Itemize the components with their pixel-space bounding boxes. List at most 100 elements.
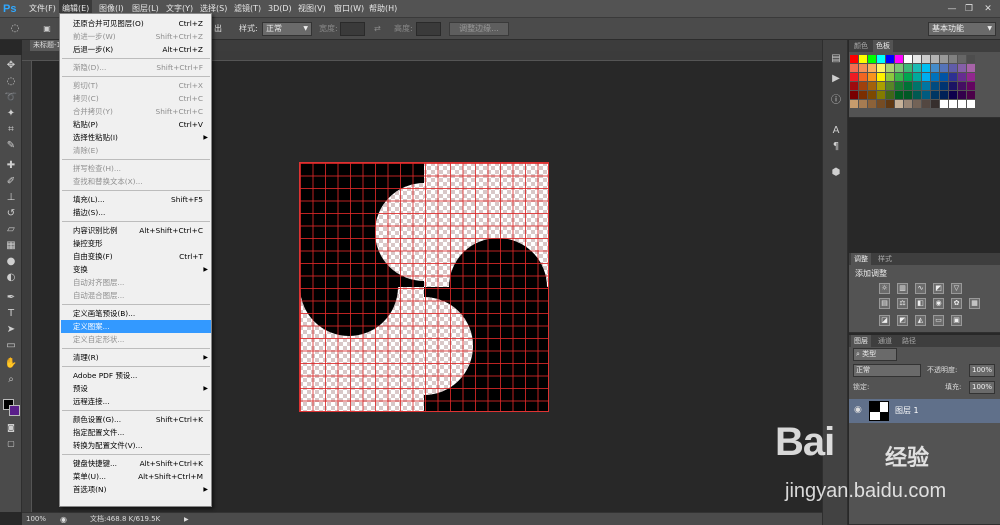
edit-menu-item[interactable]: 剪切(T) Ctrl+X xyxy=(61,79,211,92)
color-swatch[interactable] xyxy=(850,82,858,90)
color-swatch[interactable] xyxy=(886,82,894,90)
edit-menu-item[interactable]: 自由变换(F) Ctrl+T xyxy=(61,250,211,263)
eye-icon[interactable]: ◉ xyxy=(854,405,862,415)
color-swatch[interactable] xyxy=(868,55,876,63)
actions-panel-icon[interactable]: ▶ xyxy=(829,72,843,86)
color-swatch[interactable] xyxy=(877,64,885,72)
color-swatch[interactable] xyxy=(850,91,858,99)
color-swatch[interactable] xyxy=(859,82,867,90)
edit-menu-item[interactable]: 自动混合图层... xyxy=(61,289,211,302)
edit-menu-item[interactable]: 内容识别比例 Alt+Shift+Ctrl+C xyxy=(61,224,211,237)
color-swatch[interactable] xyxy=(886,64,894,72)
opacity-input[interactable]: 100% xyxy=(969,364,995,377)
color-swatch[interactable] xyxy=(913,55,921,63)
edit-menu-item[interactable]: 拼写检查(H)... xyxy=(61,162,211,175)
color-swatch[interactable] xyxy=(949,73,957,81)
marquee-tool-icon[interactable]: ◌ xyxy=(4,75,18,89)
edit-menu-item[interactable]: 指定配置文件... xyxy=(61,426,211,439)
color-swatch[interactable] xyxy=(904,91,912,99)
dodge-tool-icon[interactable]: ◐ xyxy=(4,271,18,285)
color-swatch[interactable] xyxy=(967,55,975,63)
tab-swatches[interactable]: 色板 xyxy=(873,40,893,52)
color-swatch[interactable] xyxy=(922,91,930,99)
exposure-icon[interactable]: ◩ xyxy=(933,283,944,294)
black-white-icon[interactable]: ◧ xyxy=(915,298,926,309)
edit-menu-item[interactable]: 粘贴(P) Ctrl+V xyxy=(61,118,211,131)
edit-menu-item[interactable]: 查找和替换文本(X)... xyxy=(61,175,211,188)
invert-icon[interactable]: ◪ xyxy=(879,315,890,326)
clone-stamp-icon[interactable]: ⊥ xyxy=(4,191,18,205)
edit-menu-item[interactable]: 还原合并可见图层(O) Ctrl+Z xyxy=(61,17,211,30)
color-swatch[interactable] xyxy=(859,55,867,63)
eraser-tool-icon[interactable]: ▱ xyxy=(4,223,18,237)
edit-menu-item[interactable]: 定义画笔预设(B)... xyxy=(61,307,211,320)
color-swatch[interactable] xyxy=(868,91,876,99)
blur-tool-icon[interactable]: ● xyxy=(4,255,18,269)
tab-channels[interactable]: 通道 xyxy=(875,335,895,347)
height-input[interactable] xyxy=(416,22,441,36)
color-swatch[interactable] xyxy=(868,100,876,108)
color-swatch[interactable] xyxy=(913,73,921,81)
color-swatch[interactable] xyxy=(850,100,858,108)
screen-mode-icon[interactable]: ▢ xyxy=(4,437,18,451)
marquee-preset-icon[interactable]: ◌ xyxy=(8,22,22,36)
hand-tool-icon[interactable]: ✋ xyxy=(4,357,18,371)
color-swatch[interactable] xyxy=(940,64,948,72)
style-select[interactable]: 正常 ▼ xyxy=(262,22,312,36)
info-panel-icon[interactable]: ⓘ xyxy=(829,94,843,108)
blend-mode-select[interactable]: 正常 xyxy=(853,364,921,377)
edit-menu-item[interactable]: 键盘快捷键... Alt+Shift+Ctrl+K xyxy=(61,457,211,470)
menu-filter[interactable]: 滤镜(T) xyxy=(231,0,264,18)
character-panel-icon[interactable]: A xyxy=(829,124,843,138)
color-swatch[interactable] xyxy=(868,64,876,72)
color-swatch[interactable] xyxy=(931,73,939,81)
edit-menu-item[interactable]: 定义自定形状... xyxy=(61,333,211,346)
shape-tool-icon[interactable]: ▭ xyxy=(4,339,18,353)
edit-menu-item[interactable]: 清理(R) ▶ xyxy=(61,351,211,364)
lasso-tool-icon[interactable]: ➰ xyxy=(4,91,18,105)
color-swatch[interactable] xyxy=(940,73,948,81)
brightness-icon[interactable]: ☼ xyxy=(879,283,890,294)
color-swatch[interactable] xyxy=(904,82,912,90)
edit-menu-item[interactable]: 描边(S)... xyxy=(61,206,211,219)
color-swatch[interactable] xyxy=(904,100,912,108)
color-swatch[interactable] xyxy=(868,82,876,90)
color-lookup-icon[interactable]: ▦ xyxy=(969,298,980,309)
hue-saturation-icon[interactable]: ▤ xyxy=(879,298,890,309)
color-swatch[interactable] xyxy=(895,91,903,99)
color-swatch[interactable] xyxy=(895,100,903,108)
color-swatch[interactable] xyxy=(958,82,966,90)
color-swatch[interactable] xyxy=(931,100,939,108)
refine-edge-button[interactable]: 调整边缘... xyxy=(449,22,509,36)
color-swatch[interactable] xyxy=(922,64,930,72)
color-swatch[interactable] xyxy=(913,82,921,90)
channel-mixer-icon[interactable]: ✿ xyxy=(951,298,962,309)
color-swatch[interactable] xyxy=(850,73,858,81)
swap-icon[interactable]: ⇄ xyxy=(374,22,381,36)
color-swatch[interactable] xyxy=(904,73,912,81)
history-panel-icon[interactable]: ▤ xyxy=(829,52,843,66)
color-swatch[interactable] xyxy=(931,64,939,72)
color-swatch[interactable] xyxy=(967,73,975,81)
edit-menu-item[interactable]: 选择性粘贴(I) ▶ xyxy=(61,131,211,144)
color-swatch[interactable] xyxy=(877,55,885,63)
tab-styles[interactable]: 样式 xyxy=(875,253,895,265)
posterize-icon[interactable]: ◩ xyxy=(897,315,908,326)
color-swatch[interactable] xyxy=(886,91,894,99)
menu-3d[interactable]: 3D(D) xyxy=(265,0,295,18)
document-canvas[interactable] xyxy=(299,162,549,412)
edit-menu-item[interactable]: 定义图案... xyxy=(61,320,211,333)
color-swatch[interactable] xyxy=(895,73,903,81)
edit-menu-item[interactable]: 操控变形 xyxy=(61,237,211,250)
tab-color[interactable]: 颜色 xyxy=(851,40,871,52)
layer-name[interactable]: 图层 1 xyxy=(895,405,919,416)
edit-menu-item[interactable]: 变换 ▶ xyxy=(61,263,211,276)
edit-menu-item[interactable]: 填充(L)... Shift+F5 xyxy=(61,193,211,206)
width-input[interactable] xyxy=(340,22,365,36)
paragraph-panel-icon[interactable]: ¶ xyxy=(829,140,843,154)
color-swatch[interactable] xyxy=(949,100,957,108)
color-swatch[interactable] xyxy=(922,100,930,108)
magic-wand-icon[interactable]: ✦ xyxy=(4,107,18,121)
menu-view[interactable]: 视图(V) xyxy=(295,0,329,18)
fill-input[interactable]: 100% xyxy=(969,381,995,394)
